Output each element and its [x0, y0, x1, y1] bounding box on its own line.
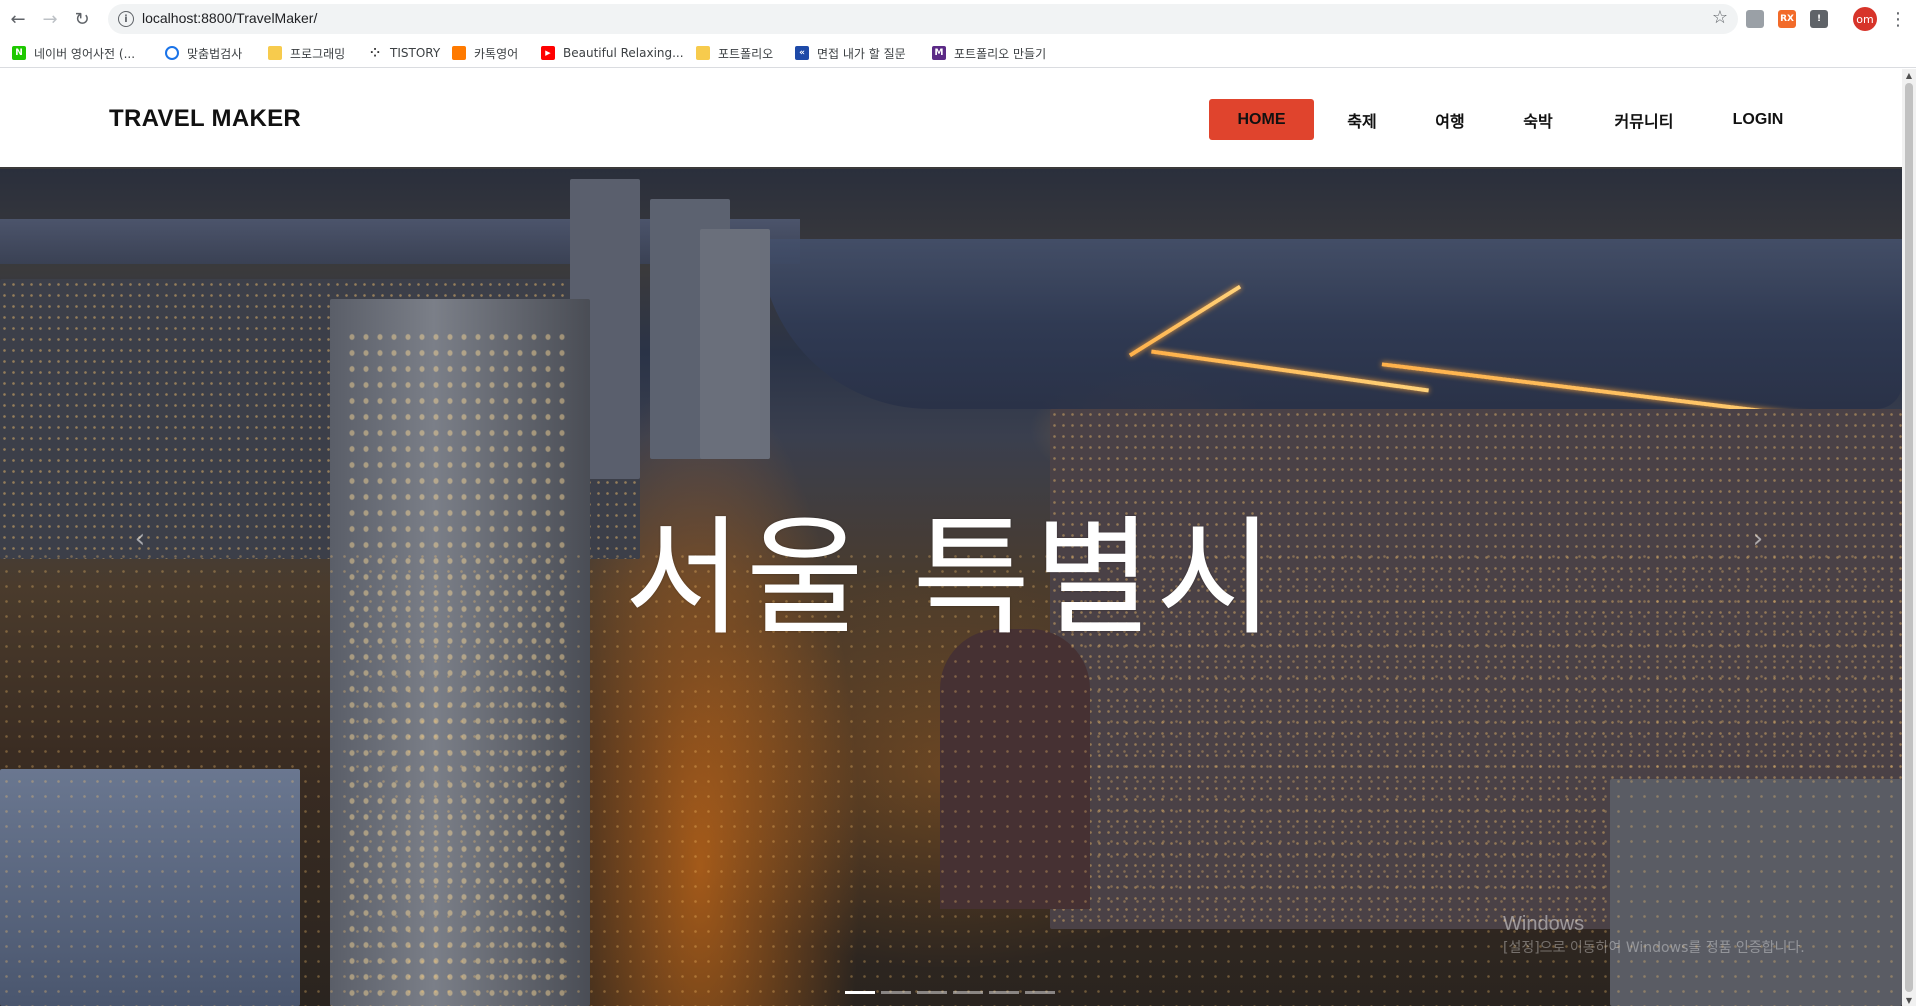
youtube-icon: ▶ — [541, 46, 555, 60]
address-bar[interactable]: i localhost:8800/TravelMaker/ ☆ — [108, 4, 1738, 34]
carousel-prev-arrow-icon[interactable]: ‹ — [122, 521, 158, 557]
bookmark-star-icon[interactable]: ☆ — [1712, 7, 1728, 28]
reload-icon[interactable]: ↻ — [70, 7, 94, 31]
kakao-icon — [452, 46, 466, 60]
bookmarks-bar: N 네이버 영어사전 (... 맞춤법검사 프로그래밍 ⁘ TISTORY 카톡영어… — [0, 38, 1916, 68]
bookmark-item[interactable]: 프로그래밍 — [268, 43, 345, 63]
bookmark-item[interactable]: 포트폴리오 — [696, 43, 773, 63]
page-scrollbar[interactable]: ▲ ▼ — [1902, 69, 1916, 1006]
nav-festival[interactable]: 축제 — [1330, 99, 1394, 140]
scroll-up-icon[interactable]: ▲ — [1902, 69, 1916, 81]
bookmark-item[interactable]: «면접 내가 할 질문 — [795, 43, 906, 63]
carousel-next-arrow-icon[interactable]: › — [1740, 521, 1776, 557]
cast-extension-icon[interactable] — [1746, 10, 1764, 28]
tistory-icon: ⁘ — [368, 46, 382, 60]
folder-icon — [268, 46, 282, 60]
scroll-thumb[interactable] — [1905, 83, 1913, 992]
carousel-indicator[interactable] — [917, 991, 947, 994]
site-info-icon[interactable]: i — [118, 11, 134, 27]
site-header: TRAVEL MAKER HOME 축제 여행 숙박 커뮤니티 LOGIN — [0, 69, 1902, 169]
browser-menu-icon[interactable]: ⋮ — [1889, 7, 1907, 31]
carousel-indicator[interactable] — [1025, 991, 1055, 994]
scroll-down-icon[interactable]: ▼ — [1902, 994, 1916, 1006]
nav-community[interactable]: 커뮤니티 — [1598, 99, 1690, 140]
nav-login[interactable]: LOGIN — [1722, 99, 1794, 140]
naver-dict-icon: N — [12, 46, 26, 60]
bookmark-item[interactable]: ⁘ TISTORY — [368, 43, 440, 63]
forward-arrow-icon[interactable]: → — [38, 7, 62, 31]
profile-avatar[interactable]: om — [1853, 7, 1877, 31]
back-arrow-icon[interactable]: ← — [6, 7, 30, 31]
rx-extension-icon[interactable]: RX — [1778, 10, 1796, 28]
site-logo[interactable]: TRAVEL MAKER — [109, 105, 301, 133]
carousel-indicator[interactable] — [881, 991, 911, 994]
browser-toolbar: ← → ↻ i localhost:8800/TravelMaker/ ☆ RX… — [0, 0, 1916, 38]
nav-home[interactable]: HOME — [1209, 99, 1314, 140]
hero-title: 서울 특별시 — [624, 504, 1278, 653]
bookmark-item[interactable]: 맞춤법검사 — [165, 43, 242, 63]
windows-activation-title: Windows — [1503, 913, 1585, 935]
nav-travel[interactable]: 여행 — [1418, 99, 1482, 140]
bookmark-item[interactable]: M 포트폴리오 만들기 — [932, 43, 1046, 63]
bookmark-app-icon: « — [795, 46, 809, 60]
bookmark-item[interactable]: ▶ Beautiful Relaxing... — [541, 43, 684, 63]
carousel-indicator[interactable] — [989, 991, 1019, 994]
url-text[interactable]: localhost:8800/TravelMaker/ — [142, 10, 317, 26]
bookmark-item[interactable]: 카톡영어 — [452, 43, 518, 63]
windows-activation-subtitle: [설정]으로 이동하여 Windows를 정품 인증합니다. — [1503, 940, 1805, 956]
bookmark-item[interactable]: N 네이버 영어사전 (... — [12, 43, 135, 63]
speech-bubble-icon — [165, 46, 179, 60]
nav-lodging[interactable]: 숙박 — [1506, 99, 1570, 140]
carousel-indicators — [845, 991, 1055, 994]
folder-icon — [696, 46, 710, 60]
carousel-indicator[interactable] — [953, 991, 983, 994]
carousel-indicator[interactable] — [845, 991, 875, 994]
info-extension-icon[interactable]: ! — [1810, 10, 1828, 28]
hero-carousel: 서울 특별시 ‹ › Windows [설정]으로 이동하여 Windows를 … — [0, 169, 1902, 1006]
m-app-icon: M — [932, 46, 946, 60]
page-viewport: TRAVEL MAKER HOME 축제 여행 숙박 커뮤니티 LOGIN 서울… — [0, 69, 1916, 1006]
